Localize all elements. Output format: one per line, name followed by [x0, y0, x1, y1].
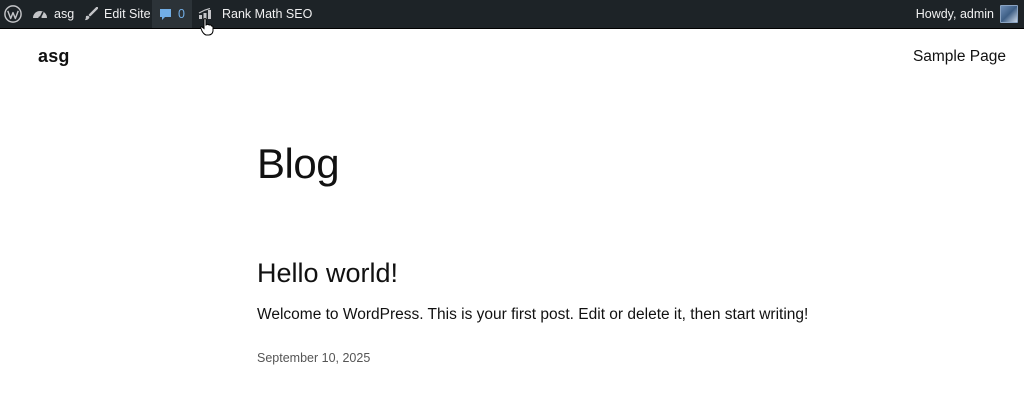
post-title[interactable]: Hello world! — [257, 258, 398, 289]
avatar — [1000, 5, 1018, 23]
howdy-text: Howdy, admin — [915, 7, 994, 21]
comments-link[interactable]: 0 — [152, 0, 192, 28]
comments-count: 0 — [178, 7, 185, 21]
brush-icon — [84, 7, 104, 21]
admin-bar-site-name: asg — [54, 7, 75, 21]
wordpress-logo-icon — [4, 5, 22, 23]
wordpress-logo-menu[interactable] — [0, 0, 26, 28]
account-menu[interactable]: Howdy, admin — [916, 0, 1018, 28]
post-excerpt: Welcome to WordPress. This is your first… — [257, 306, 809, 323]
admin-bar-site-link[interactable]: asg — [32, 0, 74, 28]
comment-bubble-icon — [159, 8, 178, 21]
admin-bar: asg Edit Site 0 Rank Math SEO Howdy, adm… — [0, 0, 1024, 29]
edit-site-label: Edit Site — [104, 7, 151, 21]
post-date[interactable]: September 10, 2025 — [257, 351, 370, 365]
nav-sample-page[interactable]: Sample Page — [913, 48, 1006, 66]
site-title[interactable]: asg — [38, 46, 70, 67]
dashboard-icon — [32, 7, 54, 21]
page-title: Blog — [257, 140, 340, 187]
rank-math-icon — [198, 8, 222, 20]
edit-site-link[interactable]: Edit Site — [84, 0, 151, 28]
rank-math-label: Rank Math SEO — [222, 7, 313, 21]
rank-math-seo-menu[interactable]: Rank Math SEO — [198, 0, 312, 28]
